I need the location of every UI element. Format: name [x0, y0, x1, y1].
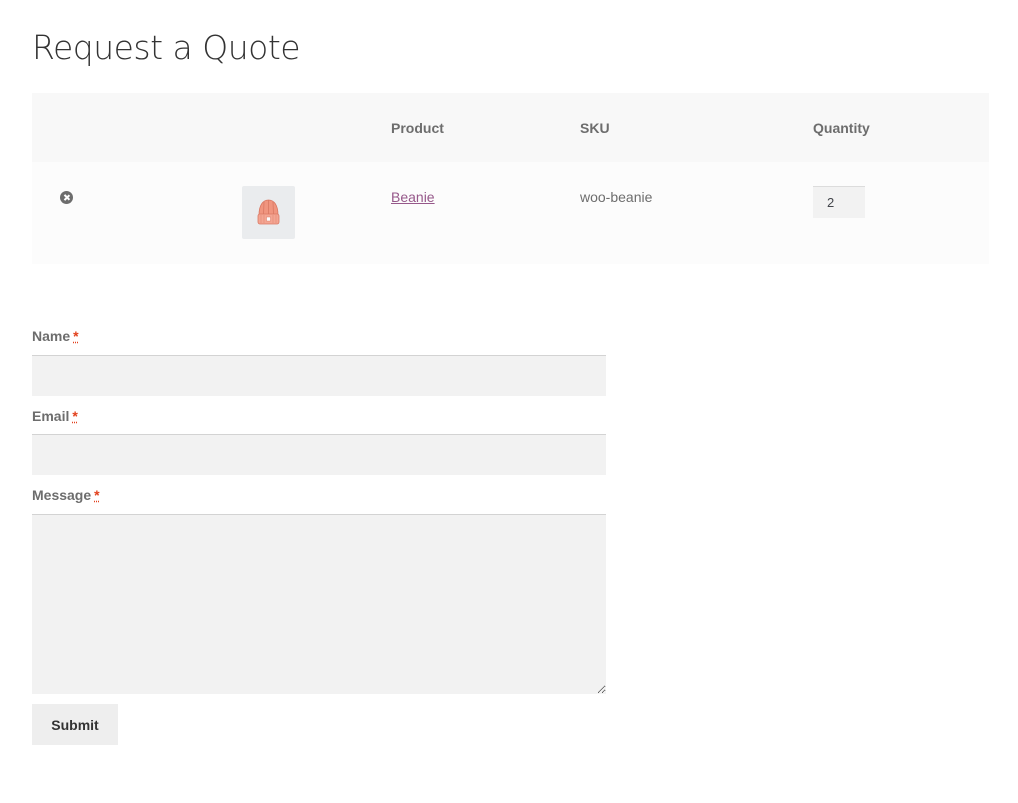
- column-header-product: Product: [391, 120, 444, 136]
- quote-page: Request a Quote Product SKU Quantity Bea…: [0, 0, 1018, 803]
- name-label-text: Name: [32, 328, 71, 344]
- message-label: Message *: [32, 487, 100, 503]
- required-marker: *: [73, 328, 79, 344]
- product-link[interactable]: Beanie: [391, 189, 435, 205]
- email-field[interactable]: [32, 434, 606, 475]
- column-header-sku: SKU: [580, 120, 610, 136]
- remove-item-icon[interactable]: [60, 191, 73, 204]
- required-marker: *: [94, 487, 100, 503]
- message-label-text: Message: [32, 487, 92, 503]
- email-label: Email *: [32, 408, 78, 424]
- name-label: Name *: [32, 328, 79, 344]
- product-thumbnail[interactable]: [242, 186, 295, 239]
- table-header: Product SKU Quantity: [32, 93, 989, 162]
- table-row: Beanie woo-beanie: [32, 162, 989, 264]
- page-title: Request a Quote: [32, 28, 301, 67]
- quantity-input[interactable]: [813, 186, 865, 218]
- quote-table: Product SKU Quantity Beanie woo-beanie: [32, 93, 989, 264]
- submit-button[interactable]: Submit: [32, 704, 118, 745]
- required-marker: *: [72, 408, 78, 424]
- message-field[interactable]: [32, 514, 606, 694]
- sku-value: woo-beanie: [580, 189, 653, 205]
- column-header-quantity: Quantity: [813, 120, 870, 136]
- beanie-icon: [257, 199, 280, 225]
- email-label-text: Email: [32, 408, 70, 424]
- name-field[interactable]: [32, 355, 606, 396]
